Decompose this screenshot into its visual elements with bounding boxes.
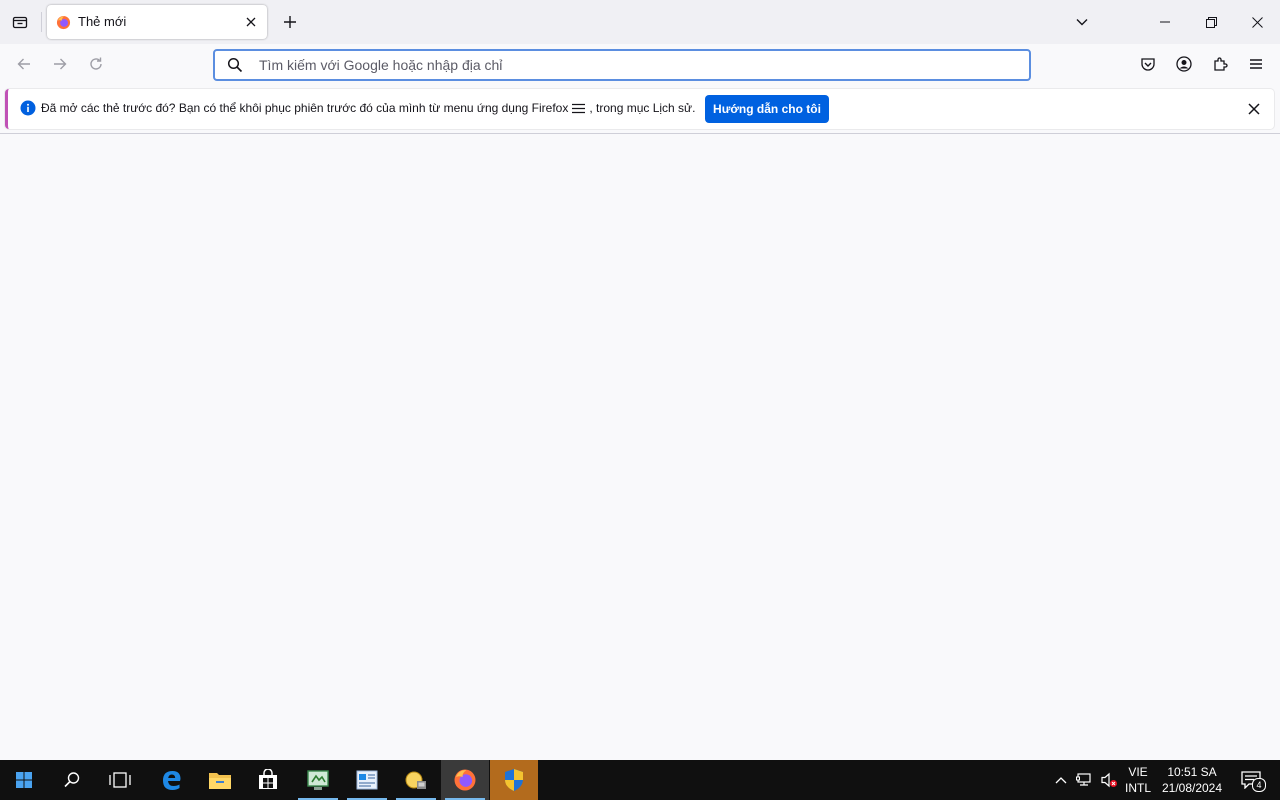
firefox-view-button[interactable] [6,8,34,36]
notification-count-badge: 4 [1252,778,1266,792]
volume-muted-icon [1101,772,1117,788]
pocket-button[interactable] [1134,50,1162,78]
clock-date: 21/08/2024 [1161,781,1223,795]
tab-new-tab[interactable]: Thẻ mới [47,5,267,39]
network-button[interactable] [1074,760,1096,800]
reload-button[interactable] [82,50,110,78]
taskbar-app-3[interactable] [392,760,440,800]
tab-strip: Thẻ mới [0,0,1280,44]
arrow-right-icon [54,58,67,70]
taskbar-search-button[interactable] [48,760,96,800]
app-icon [307,770,329,790]
keyboard-layout: INTL [1124,781,1151,795]
network-icon [1076,773,1091,786]
url-bar[interactable] [213,49,1031,81]
notifications-icon-wrap: 4 [1241,770,1266,792]
taskbar: VIE INTL 10:51 SA 21/08/2024 4 [0,760,1280,800]
tab-close-button[interactable] [241,12,261,32]
url-input[interactable] [259,53,999,77]
action-center-button[interactable]: 4 [1232,760,1272,800]
restore-icon [1205,16,1217,28]
taskbar-store[interactable] [244,760,292,800]
list-all-tabs-button[interactable] [1068,8,1096,36]
show-hidden-icons-button[interactable] [1050,760,1072,800]
close-icon [246,17,256,27]
volume-button[interactable] [1098,760,1120,800]
app-menu-icon [1250,59,1262,69]
clock-button[interactable]: 10:51 SA 21/08/2024 [1158,760,1226,800]
pocket-icon [1141,58,1155,71]
chevron-down-icon [1076,19,1088,26]
taskbar-app-1[interactable] [294,760,342,800]
plus-icon [284,16,296,28]
back-button[interactable] [10,50,38,78]
start-icon [16,772,32,788]
notification-text-suffix: , trong mục Lịch sử. [589,101,696,115]
taskbar-app-2[interactable] [343,760,391,800]
language-code: VIE [1128,765,1148,779]
window-close-button[interactable] [1234,0,1280,44]
start-button[interactable] [0,760,48,800]
info-icon [20,100,36,116]
task-view-button[interactable] [96,760,144,800]
notification-close-button[interactable] [1244,99,1264,119]
clock-time: 10:51 SA [1167,765,1217,779]
new-tab-button[interactable] [276,8,304,36]
close-icon [1248,103,1260,115]
page-content [0,134,1280,760]
app-menu-icon [572,103,586,113]
store-icon [259,769,277,789]
firefox-icon [56,15,71,30]
taskbar-edge[interactable] [148,760,196,800]
notification-message: Đã mở các thẻ trước đó? Bạn có thể khôi … [41,101,695,115]
arrow-left-icon [17,58,30,70]
firefox-icon [454,769,476,791]
reload-icon [90,57,102,70]
taskbar-security-app[interactable] [490,760,538,800]
forward-button[interactable] [46,50,74,78]
edge-icon [163,771,181,790]
security-shield-icon [505,769,523,791]
chevron-up-icon [1055,777,1067,784]
taskbar-firefox[interactable] [441,760,489,800]
taskbar-file-explorer[interactable] [196,760,244,800]
navigation-toolbar [0,44,1280,86]
task-view-icon [109,772,131,788]
account-icon [1176,56,1192,72]
close-icon [1251,16,1263,28]
input-language-button[interactable]: VIE INTL [1124,760,1152,800]
notification-text: Đã mở các thẻ trước đó? Bạn có thể khôi … [41,101,569,115]
extensions-icon [1214,57,1228,71]
minimize-button[interactable] [1142,0,1188,44]
show-me-how-button[interactable]: Hướng dẫn cho tôi [705,95,829,123]
app-menu-button[interactable] [1242,50,1270,78]
search-icon [227,57,243,73]
search-icon [64,772,80,788]
file-explorer-icon [209,773,231,789]
minimize-icon [1160,21,1170,23]
restore-button[interactable] [1188,0,1234,44]
app-icon [405,771,426,789]
app-icon [356,770,378,790]
tab-title: Thẻ mới [78,14,127,29]
account-button[interactable] [1170,50,1198,78]
extensions-button[interactable] [1206,50,1234,78]
session-restore-notification: Đã mở các thẻ trước đó? Bạn có thể khôi … [5,89,1274,129]
firefox-view-icon [12,16,28,29]
tabstrip-separator [41,12,42,32]
